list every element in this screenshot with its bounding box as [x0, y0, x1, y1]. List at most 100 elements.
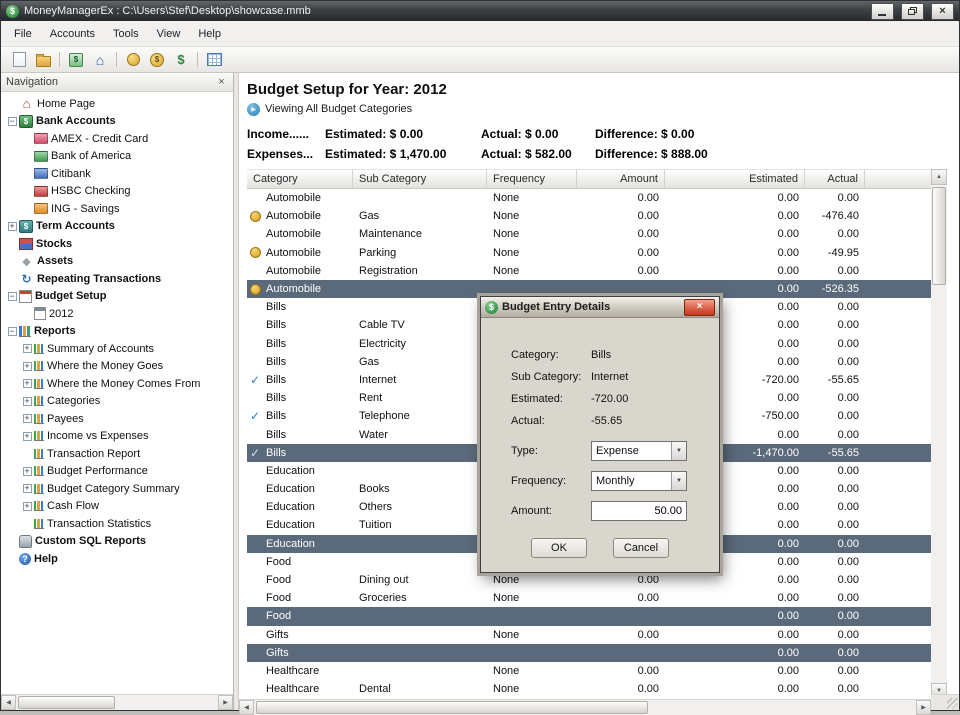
menu-item-help[interactable]: Help — [189, 24, 230, 44]
budget-setup-button[interactable] — [202, 49, 226, 70]
cell-category: Education — [247, 465, 353, 477]
scroll-left-button[interactable]: ◀ — [239, 700, 254, 715]
scroll-right-button[interactable]: ▶ — [218, 695, 233, 710]
column-header-actual[interactable]: Actual — [805, 169, 865, 189]
nav-item-where-the-money-comes-from[interactable]: +Where the Money Comes From — [1, 375, 233, 393]
cancel-button[interactable]: Cancel — [613, 538, 669, 558]
expander-plus-icon[interactable]: + — [20, 467, 34, 476]
open-database-button[interactable] — [31, 49, 55, 70]
expander-plus-icon[interactable]: + — [20, 362, 34, 371]
nav-item-budget-performance[interactable]: +Budget Performance — [1, 463, 233, 481]
new-database-button[interactable] — [7, 49, 31, 70]
expander-plus-icon[interactable]: + — [20, 484, 34, 493]
maximize-button[interactable] — [901, 3, 924, 20]
column-header-frequency[interactable]: Frequency — [487, 169, 577, 189]
nav-item-repeating-transactions[interactable]: Repeating Transactions — [1, 270, 233, 288]
budget-row[interactable]: FoodDining outNone0.000.000.00 — [247, 571, 931, 589]
column-header-category[interactable]: Category — [247, 169, 353, 189]
nav-item-custom-sql-reports[interactable]: Custom SQL Reports — [1, 533, 233, 551]
close-button[interactable]: × — [931, 3, 954, 20]
budget-row[interactable]: AutomobileNone0.000.000.00 — [247, 189, 931, 207]
nav-item-income-vs-expenses[interactable]: +Income vs Expenses — [1, 428, 233, 446]
scroll-left-button[interactable]: ◀ — [1, 695, 16, 710]
nav-item-amex-credit-card[interactable]: AMEX - Credit Card — [1, 130, 233, 148]
column-header-sub-category[interactable]: Sub Category — [353, 169, 487, 189]
type-select[interactable]: Expense ▼ — [591, 441, 687, 461]
nav-item-help[interactable]: Help — [1, 550, 233, 568]
budget-row[interactable]: AutomobileGasNone0.000.00-476.40 — [247, 207, 931, 225]
budget-row[interactable]: Food0.000.00 — [247, 607, 931, 625]
nav-item-assets[interactable]: Assets — [1, 253, 233, 271]
expander-plus-icon[interactable]: + — [20, 432, 34, 441]
currency-button[interactable] — [169, 49, 193, 70]
resize-grip[interactable] — [931, 694, 959, 710]
expander-plus-icon[interactable]: + — [20, 502, 34, 511]
menu-item-file[interactable]: File — [5, 24, 41, 44]
vertical-scroll-thumb[interactable] — [932, 187, 946, 285]
nav-item-budget-category-summary[interactable]: +Budget Category Summary — [1, 480, 233, 498]
expander-plus-icon[interactable]: + — [20, 379, 34, 388]
nav-item-citibank[interactable]: Citibank — [1, 165, 233, 183]
horizontal-scroll-thumb[interactable] — [256, 701, 648, 714]
table-horizontal-scrollbar[interactable]: ◀ ▶ — [239, 699, 931, 715]
nav-item-transaction-statistics[interactable]: Transaction Statistics — [1, 515, 233, 533]
amount-input[interactable] — [591, 501, 687, 521]
nav-item-payees[interactable]: +Payees — [1, 410, 233, 428]
organize-payees-button[interactable] — [145, 49, 169, 70]
nav-item-home-page[interactable]: Home Page — [1, 95, 233, 113]
nav-item-transaction-report[interactable]: Transaction Report — [1, 445, 233, 463]
chevron-down-icon[interactable]: ▼ — [671, 442, 686, 460]
expander-minus-icon[interactable]: − — [5, 117, 19, 126]
nav-item-2012[interactable]: 2012 — [1, 305, 233, 323]
nav-item-cash-flow[interactable]: +Cash Flow — [1, 498, 233, 516]
view-filter[interactable]: Viewing All Budget Categories — [247, 102, 959, 116]
menu-item-tools[interactable]: Tools — [104, 24, 148, 44]
budget-row[interactable]: GiftsNone0.000.000.00 — [247, 626, 931, 644]
expander-plus-icon[interactable]: + — [20, 414, 34, 423]
budget-row[interactable]: HealthcareNone0.000.000.00 — [247, 662, 931, 680]
dialog-titlebar[interactable]: Budget Entry Details × — [481, 297, 719, 318]
frequency-select[interactable]: Monthly ▼ — [591, 471, 687, 491]
column-header-amount[interactable]: Amount — [577, 169, 665, 189]
home-page-button[interactable] — [88, 49, 112, 70]
organize-categories-button[interactable] — [121, 49, 145, 70]
expander-plus-icon[interactable]: + — [5, 222, 19, 231]
horizontal-scroll-thumb[interactable] — [18, 696, 115, 709]
scroll-up-button[interactable]: ▲ — [931, 169, 947, 185]
nav-item-bank-accounts[interactable]: −Bank Accounts — [1, 113, 233, 131]
table-vertical-scrollbar[interactable]: ▲ ▼ — [931, 169, 947, 699]
nav-item-where-the-money-goes[interactable]: +Where the Money Goes — [1, 358, 233, 376]
nav-item-summary-of-accounts[interactable]: +Summary of Accounts — [1, 340, 233, 358]
chevron-down-icon[interactable]: ▼ — [671, 472, 686, 490]
menu-item-view[interactable]: View — [148, 24, 190, 44]
scroll-right-button[interactable]: ▶ — [916, 700, 931, 715]
nav-horizontal-scrollbar[interactable]: ◀ ▶ — [1, 694, 233, 710]
expander-minus-icon[interactable]: − — [5, 327, 19, 336]
nav-item-bank-of-america[interactable]: Bank of America — [1, 148, 233, 166]
expander-minus-icon[interactable]: − — [5, 292, 19, 301]
expander-plus-icon[interactable]: + — [20, 344, 34, 353]
budget-row[interactable]: AutomobileParkingNone0.000.00-49.95 — [247, 244, 931, 262]
nav-item-budget-setup[interactable]: −Budget Setup — [1, 288, 233, 306]
nav-item-reports[interactable]: −Reports — [1, 323, 233, 341]
vertical-scroll-track[interactable] — [931, 185, 947, 683]
nav-item-hsbc-checking[interactable]: HSBC Checking — [1, 183, 233, 201]
budget-row[interactable]: AutomobileMaintenanceNone0.000.000.00 — [247, 225, 931, 243]
nav-item-categories[interactable]: +Categories — [1, 393, 233, 411]
budget-row[interactable]: AutomobileRegistrationNone0.000.000.00 — [247, 262, 931, 280]
budget-row[interactable]: HealthcareDentalNone0.000.000.00 — [247, 680, 931, 698]
column-header-estimated[interactable]: Estimated — [665, 169, 805, 189]
budget-row[interactable]: FoodGroceriesNone0.000.000.00 — [247, 589, 931, 607]
window-titlebar[interactable]: MoneyManagerEx : C:\Users\Stef\Desktop\s… — [1, 1, 959, 21]
nav-item-ing-savings[interactable]: ING - Savings — [1, 200, 233, 218]
minimize-button[interactable] — [871, 3, 894, 20]
nav-item-stocks[interactable]: Stocks — [1, 235, 233, 253]
budget-row[interactable]: Gifts0.000.00 — [247, 644, 931, 662]
nav-item-term-accounts[interactable]: +Term Accounts — [1, 218, 233, 236]
close-pane-icon[interactable]: × — [215, 76, 228, 89]
dialog-close-button[interactable]: × — [684, 299, 715, 316]
new-account-button[interactable] — [64, 49, 88, 70]
expander-plus-icon[interactable]: + — [20, 397, 34, 406]
menu-item-accounts[interactable]: Accounts — [41, 24, 104, 44]
ok-button[interactable]: OK — [531, 538, 587, 558]
